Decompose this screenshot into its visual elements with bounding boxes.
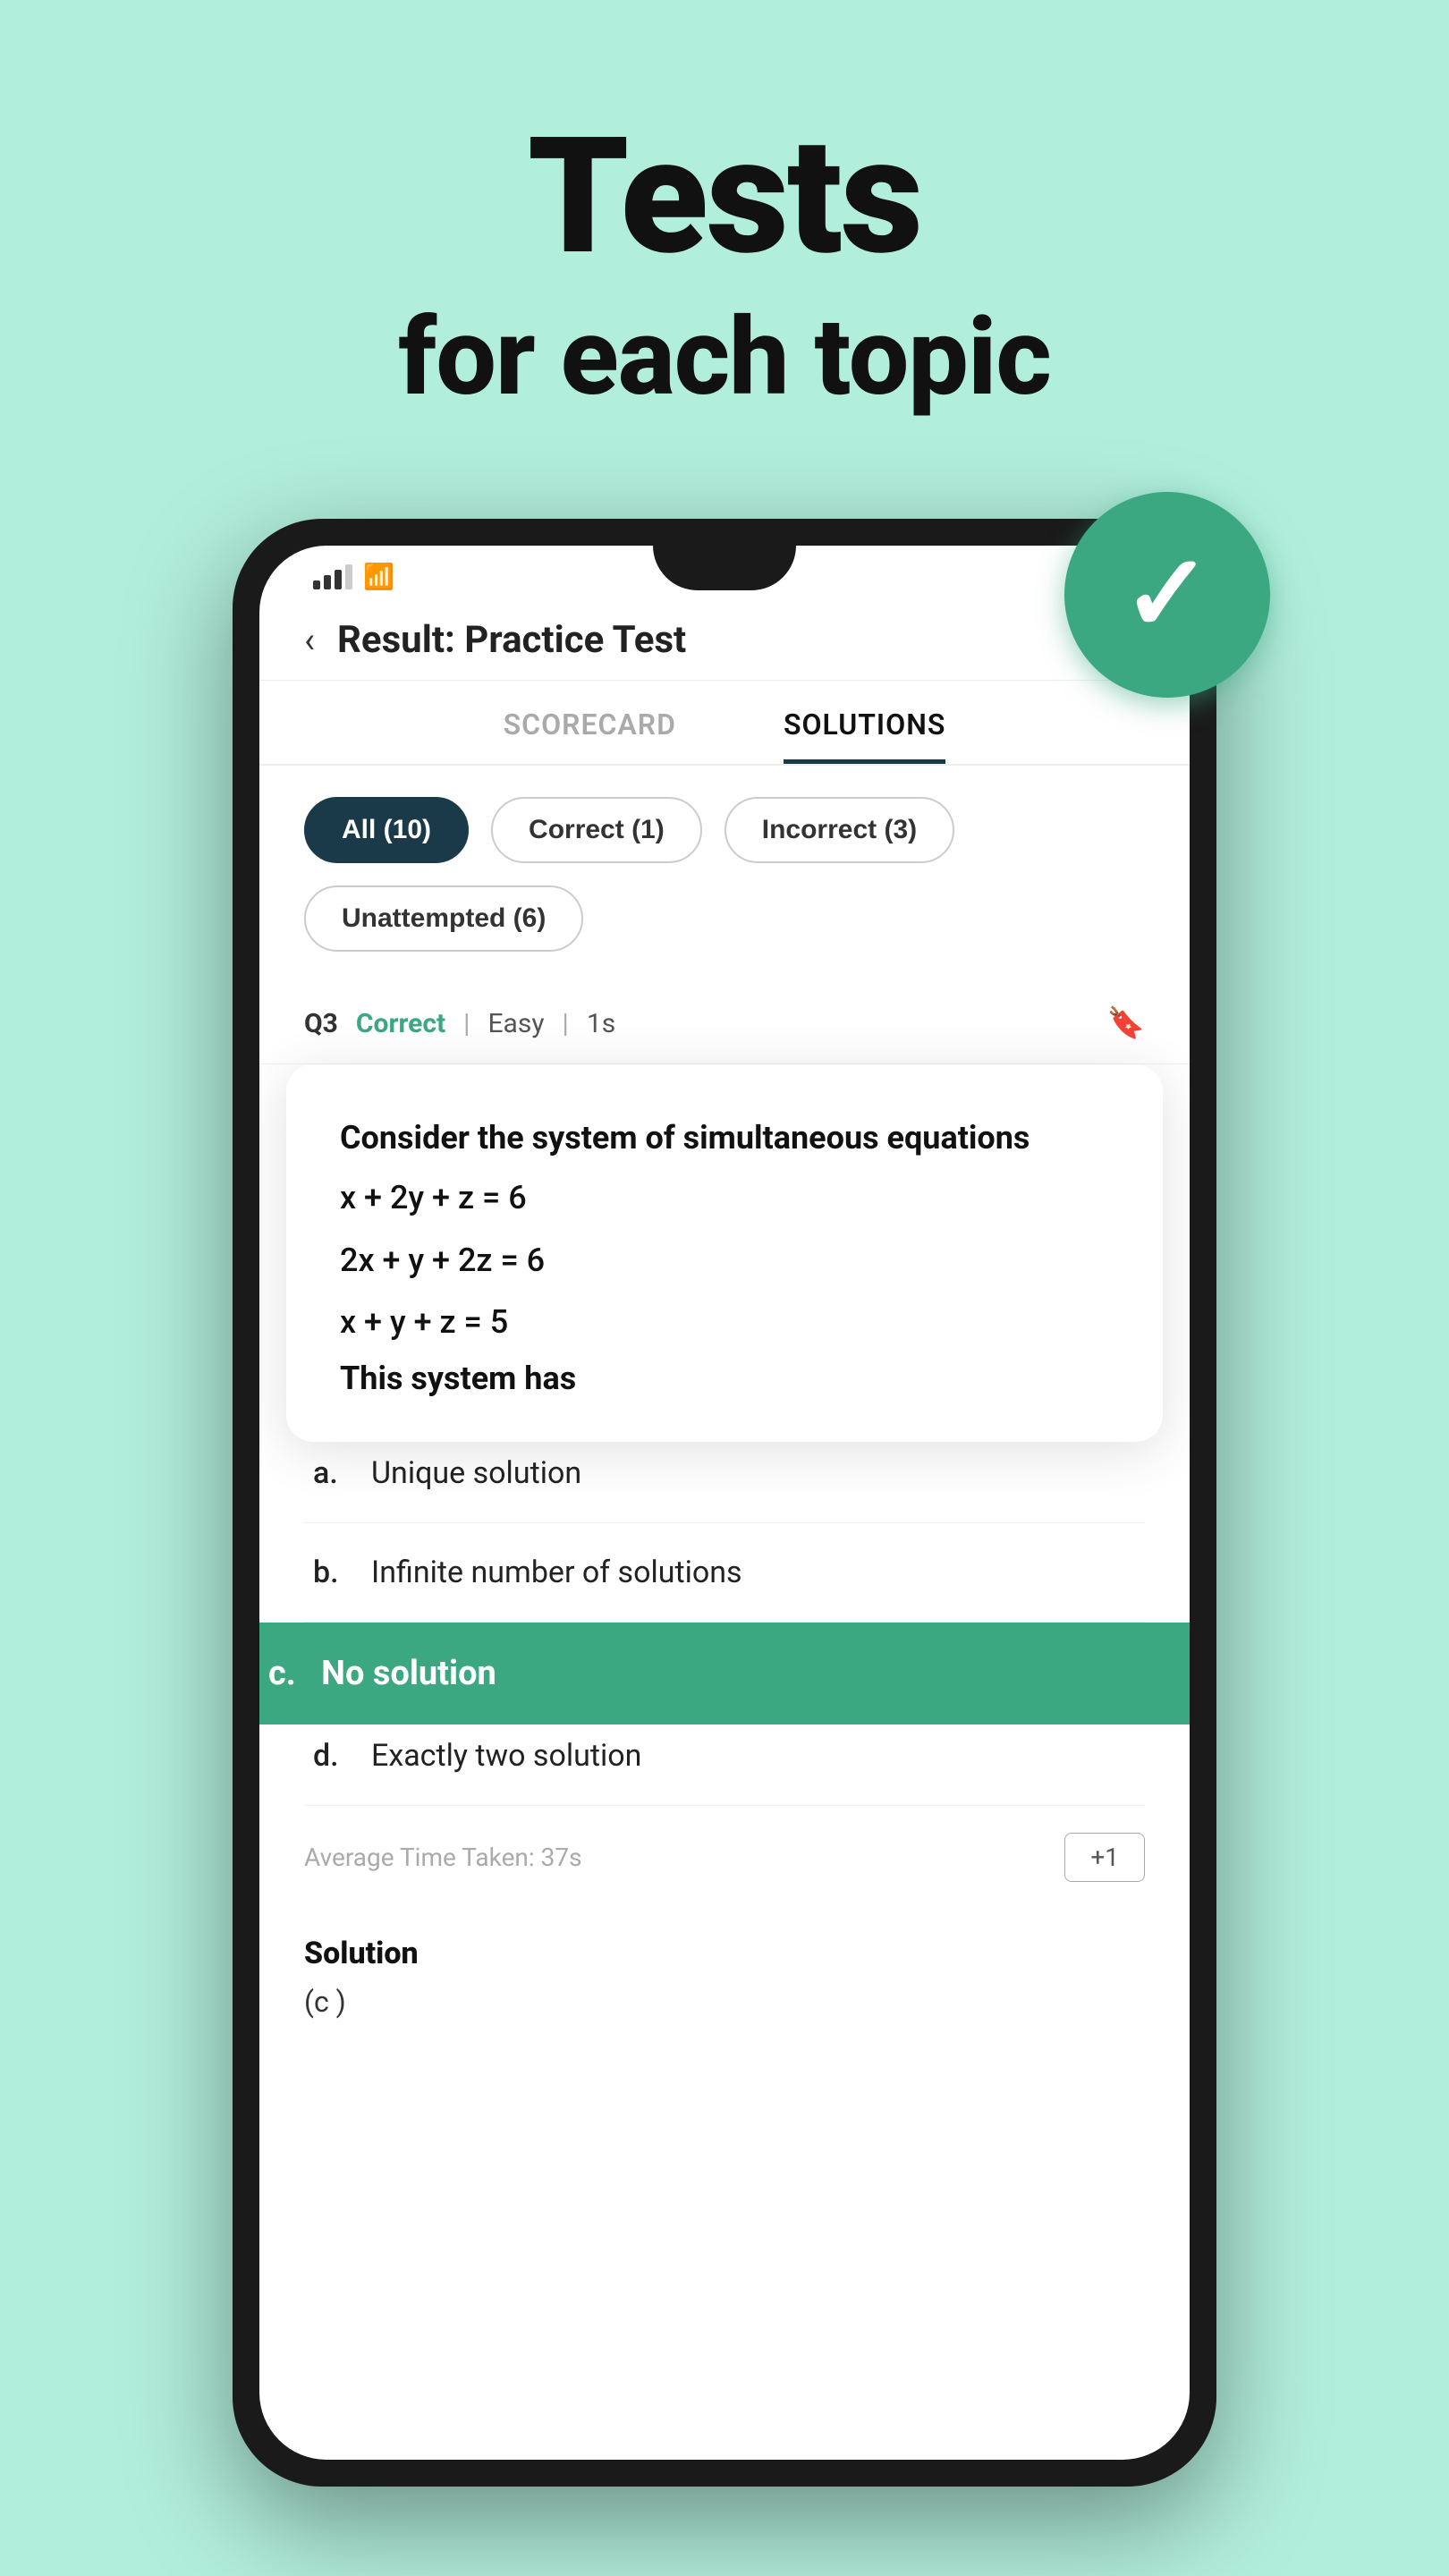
signal-bars-icon — [313, 564, 352, 589]
checkmark-icon: ✓ — [1123, 541, 1213, 648]
option-a-text: Unique solution — [371, 1455, 581, 1491]
filter-unattempted[interactable]: Unattempted (6) — [304, 886, 583, 952]
options-area: a. Unique solution b. Infinite number of… — [259, 1424, 1190, 1623]
question-text: Consider the system of simultaneous equa… — [340, 1114, 1109, 1162]
screen-content: 📶 ★ 1 ‹ Result: Practice Test SCORECARD … — [259, 546, 1190, 2415]
option-b-text: Infinite number of solutions — [371, 1555, 742, 1590]
question-time: 1s — [587, 1008, 615, 1039]
filter-row: All (10) Correct (1) Incorrect (3) Unatt… — [259, 766, 1190, 983]
question-card: Consider the system of simultaneous equa… — [286, 1064, 1163, 1442]
option-d-letter: d. — [313, 1738, 349, 1774]
checkmark-badge: ✓ — [1064, 492, 1270, 698]
avg-time-label: Average Time Taken: 37s — [304, 1843, 582, 1872]
options-area-2: d. Exactly two solution — [259, 1707, 1190, 1806]
screen-title: Result: Practice Test — [337, 618, 686, 662]
option-b-letter: b. — [313, 1555, 349, 1590]
option-b[interactable]: b. Infinite number of solutions — [304, 1523, 1145, 1623]
question-prompt: This system has — [340, 1360, 1109, 1397]
option-d-text: Exactly two solution — [371, 1738, 641, 1774]
option-a-letter: a. — [313, 1455, 349, 1491]
question-difficulty: Easy — [487, 1008, 544, 1039]
option-d[interactable]: d. Exactly two solution — [304, 1707, 1145, 1806]
phone-screen: 📶 ★ 1 ‹ Result: Practice Test SCORECARD … — [259, 546, 1190, 2460]
divider-2: | — [563, 1008, 569, 1039]
equation-1: x + 2y + z = 6 — [340, 1173, 1109, 1224]
equation-2: 2x + y + 2z = 6 — [340, 1235, 1109, 1287]
tab-solutions[interactable]: SOLUTIONS — [784, 708, 945, 764]
signal-bar-4 — [345, 564, 352, 589]
question-meta: Q3 Correct | Easy | 1s — [304, 1008, 615, 1039]
signal-bar-1 — [313, 580, 320, 589]
phone-notch — [653, 546, 796, 590]
phone-mockup: ✓ 📶 ★ 1 — [233, 519, 1216, 2487]
app-header: ‹ Result: Practice Test — [259, 600, 1190, 681]
solution-answer: (c ) — [304, 1985, 1145, 2019]
filter-all[interactable]: All (10) — [304, 797, 469, 863]
bookmark-icon[interactable]: 🔖 — [1107, 1005, 1145, 1041]
question-number: Q3 — [304, 1008, 338, 1039]
divider-1: | — [463, 1008, 470, 1039]
equation-3: x + y + z = 5 — [340, 1297, 1109, 1349]
avg-time-row: Average Time Taken: 37s +1 — [259, 1806, 1190, 1909]
signal-bar-3 — [335, 570, 342, 589]
back-button[interactable]: ‹ — [304, 619, 315, 661]
option-c-letter: c. — [268, 1654, 296, 1693]
hero-subtitle: for each topic — [0, 295, 1449, 420]
question-meta-row: Q3 Correct | Easy | 1s 🔖 — [259, 983, 1190, 1064]
question-status: Correct — [356, 1008, 445, 1039]
status-left: 📶 — [313, 562, 394, 591]
solution-label: Solution — [304, 1936, 1145, 1971]
tabs-row: SCORECARD SOLUTIONS — [259, 681, 1190, 766]
hero-title: Tests — [0, 0, 1449, 277]
option-c-text: No solution — [321, 1654, 496, 1693]
filter-correct[interactable]: Correct (1) — [491, 797, 702, 863]
wifi-icon: 📶 — [363, 562, 394, 591]
signal-bar-2 — [324, 575, 331, 589]
tab-scorecard[interactable]: SCORECARD — [504, 708, 676, 764]
filter-incorrect[interactable]: Incorrect (3) — [724, 797, 954, 863]
plus-one-button[interactable]: +1 — [1064, 1833, 1145, 1882]
solution-area: Solution (c ) — [259, 1909, 1190, 2037]
